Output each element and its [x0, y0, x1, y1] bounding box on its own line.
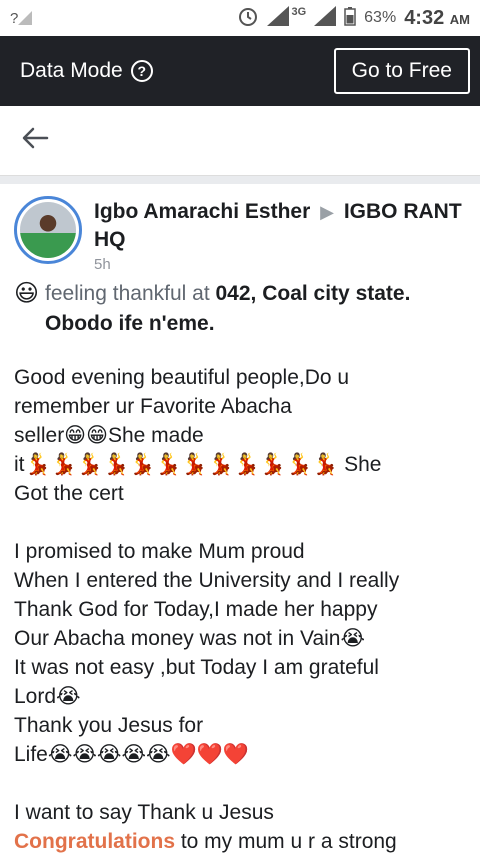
- go-to-free-button[interactable]: Go to Free: [333, 48, 470, 94]
- feeling-text: feeling thankful at: [45, 282, 210, 305]
- nav-bar: [0, 106, 480, 176]
- mobile-signal-icon: [314, 5, 337, 31]
- post-line: I promised to make Mum proud: [14, 540, 305, 563]
- smiley-icon: 😃: [14, 280, 40, 307]
- post-last-text: to my mum u r a strong: [175, 830, 397, 853]
- post: Igbo Amarachi Esther ▶ IGBO RANT HQ 5h 😃…: [0, 184, 480, 854]
- post-line: When I entered the University and I real…: [14, 569, 400, 592]
- post-line: I want to say Thank u Jesus: [14, 801, 274, 824]
- data-mode-bar: Data Mode ? Go to Free: [0, 36, 480, 106]
- battery-percent: 63%: [364, 9, 397, 26]
- cell-signal-icon: [267, 5, 290, 31]
- author-name[interactable]: Igbo Amarachi Esther: [94, 200, 310, 223]
- post-timestamp[interactable]: 5h: [94, 256, 466, 273]
- post-last-line: Congratulations to my mum u r a strong: [14, 827, 466, 854]
- post-line: Got the cert: [14, 482, 124, 505]
- post-line: seller😁😁She made: [14, 424, 204, 447]
- post-line: it💃💃💃💃💃💃💃💃💃💃💃💃 She: [14, 453, 382, 476]
- congratulations-link[interactable]: Congratulations: [14, 830, 175, 853]
- post-header: Igbo Amarachi Esther ▶ IGBO RANT HQ 5h: [14, 196, 466, 273]
- clock: 4:32 AM: [404, 6, 470, 29]
- back-arrow-icon[interactable]: [20, 123, 50, 158]
- post-line: Lord😭: [14, 685, 81, 708]
- signal-icon: ?: [10, 10, 33, 27]
- status-bar: ? 3G 63% 4:32 AM: [0, 0, 480, 36]
- feeling-line: 😃 feeling thankful at 042, Coal city sta…: [14, 279, 466, 339]
- post-line: Thank God for Today,I made her happy: [14, 598, 378, 621]
- avatar[interactable]: [14, 196, 82, 264]
- arrow-right-icon: ▶: [320, 202, 334, 222]
- post-line: Good evening beautiful people,Do u: [14, 366, 350, 389]
- post-meta: Igbo Amarachi Esther ▶ IGBO RANT HQ 5h: [94, 196, 466, 273]
- help-icon[interactable]: ?: [130, 60, 153, 82]
- post-line: It was not easy ,but Today I am grateful: [14, 656, 379, 679]
- data-mode-label: Data Mode: [20, 59, 123, 82]
- post-title: Igbo Amarachi Esther ▶ IGBO RANT HQ: [94, 198, 466, 254]
- post-body: Good evening beautiful people,Do u rememb…: [14, 363, 466, 827]
- post-line: Our Abacha money was not in Vain😭: [14, 627, 366, 650]
- divider: [0, 176, 480, 184]
- network-type: 3G: [291, 6, 307, 18]
- post-line: Thank you Jesus for: [14, 714, 204, 737]
- battery-icon: [344, 6, 356, 31]
- post-line: Life😭😭😭😭😭❤️❤️❤️: [14, 743, 249, 766]
- alarm-icon: [237, 5, 259, 32]
- post-line: remember ur Favorite Abacha: [14, 395, 292, 418]
- data-mode-indicator[interactable]: Data Mode ?: [20, 59, 153, 83]
